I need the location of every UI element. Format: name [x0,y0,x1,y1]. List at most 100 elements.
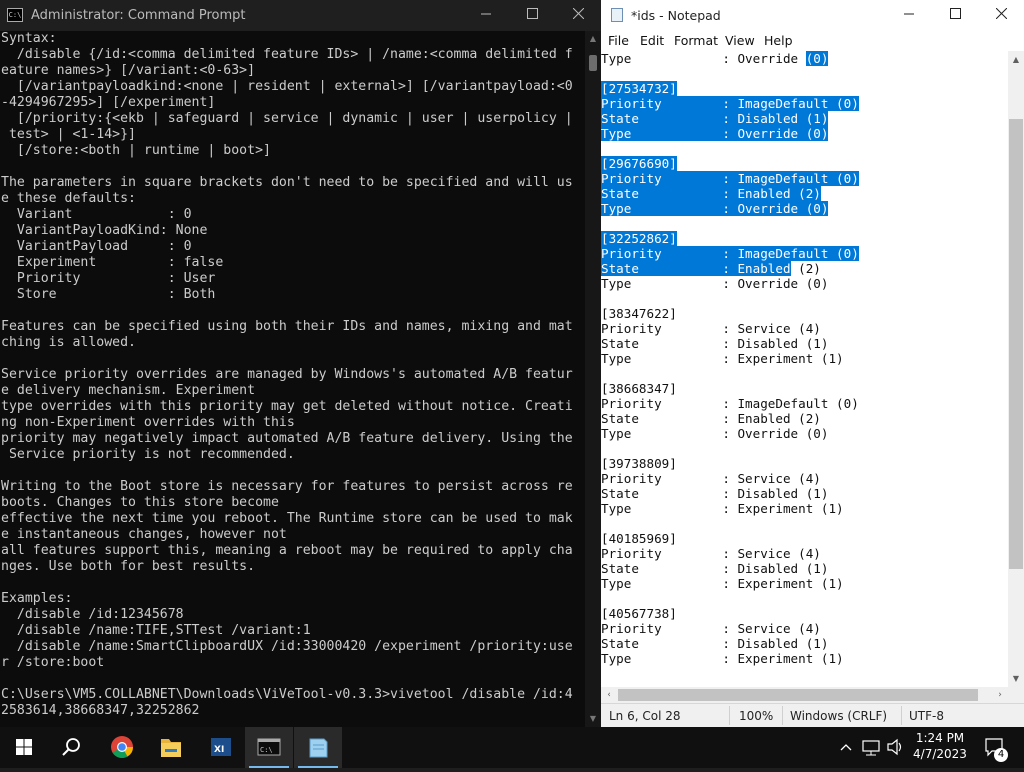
line-text: (2) [790,261,821,276]
text-line: Type : Experiment (1) [601,651,1008,666]
text-line [601,216,1008,231]
menu-view[interactable]: View [725,33,755,48]
clock-time: 1:24 PM [915,731,965,745]
notepad-titlebar[interactable]: *ids - Notepad [601,0,1024,31]
notepad-menubar: File Edit Format View Help [601,31,1024,51]
scrollbar-corner [1008,687,1024,703]
console-line: Syntax: [1,31,57,46]
scroll-up-icon[interactable]: ▲ [1008,51,1024,68]
text-line: Priority : Service (4) [601,471,1008,486]
scroll-up-icon[interactable]: ▲ [585,31,601,47]
scroll-down-icon[interactable]: ▼ [1008,670,1024,687]
notepad-vscroll-thumb[interactable] [1009,119,1023,569]
command-prompt-icon[interactable]: C:\ [245,727,293,768]
cmd-titlebar[interactable]: C:\ Administrator: Command Prompt [0,0,601,31]
line-text: Priority : Service (4) [601,621,821,636]
text-line: State : Enabled (2) [601,261,1008,276]
console-line: Store : Both [1,287,216,302]
line-text: [38347622] [601,306,677,321]
console-line: -4294967295>] [/experiment] [1,95,216,110]
menu-edit[interactable]: Edit [640,33,664,48]
scroll-down-icon[interactable]: ▼ [585,711,601,727]
network-icon[interactable] [860,727,882,768]
console-line: 2583614,38668347,32252862 [1,703,200,718]
text-line: Priority : Service (4) [601,621,1008,636]
scroll-left-icon[interactable]: ‹ [601,687,617,703]
menu-file[interactable]: File [608,33,629,48]
scroll-right-icon[interactable]: › [992,687,1008,703]
selected-text: [27534732] [601,81,677,96]
menu-help[interactable]: Help [764,33,793,48]
line-text: State : Enabled (2) [601,411,821,426]
console-line: /disable /name:SmartClipboardUX /id:3300… [1,639,573,654]
chrome-icon[interactable] [98,727,146,768]
status-position: Ln 6, Col 28 [609,709,681,723]
console-line: [/store:<both | runtime | boot>] [1,143,271,158]
console-line: r /store:boot [1,655,105,670]
volume-icon[interactable] [884,727,906,768]
console-line: /disable {/id:<comma delimited feature I… [1,47,573,62]
text-line: [39738809] [601,456,1008,471]
console-line: /disable /name:TIFE,STTest /variant:1 [1,623,311,638]
maximize-icon[interactable] [932,0,978,31]
notepad-vertical-scrollbar[interactable]: ▲ ▼ [1008,51,1024,687]
text-line: Type : Override (0) [601,276,1008,291]
notification-center-icon[interactable]: 4 [980,727,1010,768]
line-text: State : Disabled (1) [601,486,829,501]
notepad-horizontal-scrollbar[interactable]: ‹ › [601,687,1008,703]
notepad-hscroll-thumb[interactable] [618,689,978,701]
notepad-text-area[interactable]: Type : Override (0) [27534732] Priority : … [601,51,1008,687]
menu-format[interactable]: Format [674,33,718,48]
text-line [601,516,1008,531]
text-line: Priority : ImageDefault (0) [601,246,1008,261]
maximize-icon[interactable] [509,0,555,31]
line-text: Priority : Service (4) [601,321,821,336]
text-line: [38347622] [601,306,1008,321]
file-explorer-icon[interactable] [147,727,195,768]
cmd-scroll-thumb[interactable] [589,55,597,71]
text-line: Type : Override (0) [601,426,1008,441]
text-line [601,66,1008,81]
console-line: Service priority is not recommended. [1,447,295,462]
text-line: State : Disabled (1) [601,561,1008,576]
text-line [601,441,1008,456]
status-separator [782,706,783,725]
text-line: Type : Override (0) [601,201,1008,216]
chevron-up-icon[interactable] [835,727,857,768]
status-separator [729,706,730,725]
text-line: [32252862] [601,231,1008,246]
close-icon[interactable] [555,0,601,31]
minimize-icon[interactable] [463,0,509,31]
clock-date: 4/7/2023 [913,747,967,761]
console-line: ng non-Experiment overrides with this [1,415,295,430]
console-line: Experiment : false [1,255,224,270]
text-line: [27534732] [601,81,1008,96]
command-prompt-window: C:\ Administrator: Command Prompt Syntax… [0,0,601,727]
powershell-ise-icon[interactable]: XI [197,727,245,768]
start-icon[interactable] [0,727,48,768]
search-icon[interactable] [48,727,96,768]
console-line: /disable /id:12345678 [1,607,184,622]
console-line: C:\Users\VM5.COLLABNET\Downloads\ViVeToo… [1,687,573,702]
console-line: boots. Changes to this store become [1,495,279,510]
text-line: Priority : Service (4) [601,321,1008,336]
line-text: Type : Experiment (1) [601,351,844,366]
text-line: State : Disabled (1) [601,336,1008,351]
close-icon[interactable] [978,0,1024,31]
text-line: [40185969] [601,531,1008,546]
minimize-icon[interactable] [886,0,932,31]
console-line: Variant : 0 [1,207,192,222]
cmd-scrollbar[interactable]: ▲ ▼ [585,31,601,727]
selected-text: Type : Override (0) [601,126,829,141]
clock[interactable]: 1:24 PM 4/7/2023 [908,727,972,768]
console-line: e delivery mechanism. Experiment [1,383,256,398]
selected-text: Priority : ImageDefault (0) [601,96,859,111]
line-text: Priority : Service (4) [601,471,821,486]
notepad-icon[interactable] [294,727,342,768]
cmd-console-output[interactable]: Syntax: /disable {/id:<comma delimited f… [0,31,585,721]
